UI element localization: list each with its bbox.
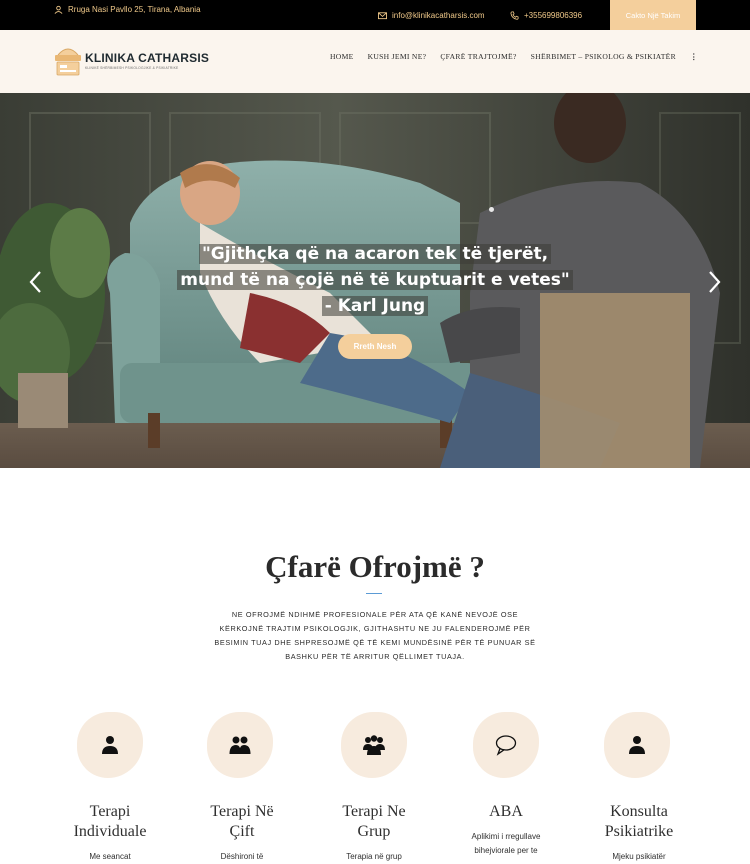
hero-slider: "Gjithçka që na acaron tek të tjerët, mu…: [0, 93, 750, 468]
speech-bubble-icon: [495, 735, 517, 756]
main-nav: HOME KUSH JEMI NE? ÇFARË TRAJTOJMË? SHËR…: [330, 52, 698, 61]
card-title: ABA: [489, 803, 523, 820]
about-us-button[interactable]: Rreth Nesh: [338, 334, 412, 359]
card-title: Terapi Ne Grup: [342, 803, 406, 840]
card-text: Dëshironi të: [220, 852, 264, 861]
icon-background: [341, 712, 407, 778]
card-title: Terapi Në Çift: [210, 803, 274, 840]
services-title: Çfarë Ofrojmë ?: [265, 549, 485, 584]
card-text: Mjeku psikiatër: [612, 852, 666, 861]
email-text: info@klinikacatharsis.com: [392, 11, 485, 20]
group-icon: [363, 735, 385, 755]
card-title: Terapi Individuale: [73, 803, 147, 840]
icon-background: [604, 712, 670, 778]
book-appointment-button[interactable]: Cakto Një Takim: [610, 0, 696, 30]
clinic-logo-icon: [55, 48, 81, 76]
quote-line-3: - Karl Jung: [321, 296, 429, 316]
location-pin-icon: [54, 5, 63, 14]
site-header: KLINIKA CATHARSIS KLINIKË SHËRBIMESH PSI…: [0, 30, 750, 93]
quote-line-1: "Gjithçka që na acaron tek të tjerët,: [198, 244, 552, 264]
logo-name: KLINIKA CATHARSIS: [85, 50, 210, 65]
chevron-left-icon[interactable]: [26, 269, 46, 295]
card-text: Aplikimi i rregullave bihejviorale per te: [471, 832, 541, 855]
address-text: Rruga Nasi Pavllo 25, Tirana, Albania: [68, 5, 201, 14]
phone-link[interactable]: +355699806396: [510, 11, 582, 20]
phone-icon: [510, 11, 519, 20]
top-bar: Rruga Nasi Pavllo 25, Tirana, Albania in…: [0, 0, 750, 30]
quote-line-2: mund të na çojë në të kuptuarit e vetes": [177, 270, 573, 290]
card-text: Terapia në grup: [346, 852, 402, 861]
phone-text: +355699806396: [524, 11, 583, 20]
nav-what-we-treat[interactable]: ÇFARË TRAJTOJMË?: [440, 52, 516, 61]
icon-background: [77, 712, 143, 778]
card-title: Konsulta Psikiatrike: [604, 803, 674, 840]
person-icon: [629, 736, 645, 754]
title-divider: [366, 593, 382, 594]
nav-services[interactable]: SHËRBIMET – PSIKOLOG & PSIKIATËR: [531, 52, 676, 61]
site-logo[interactable]: KLINIKA CATHARSIS KLINIKË SHËRBIMESH PSI…: [54, 43, 209, 77]
nav-about[interactable]: KUSH JEMI NE?: [368, 52, 427, 61]
slider-dot[interactable]: [489, 207, 494, 212]
hero-quote: "Gjithçka që na acaron tek të tjerët, mu…: [0, 241, 750, 319]
card-text: Me seancat: [89, 852, 131, 861]
chevron-right-icon[interactable]: [704, 269, 724, 295]
services-description: NE OFROJMË NDIHMË PROFESIONALE PËR ATA Q…: [214, 610, 536, 661]
envelope-icon: [378, 12, 387, 20]
nav-home[interactable]: HOME: [330, 52, 354, 61]
logo-tagline: KLINIKË SHËRBIMESH PSIKOLOGJIKE & PSIKIA…: [85, 65, 179, 70]
couple-icon: [229, 736, 251, 754]
nav-more-icon[interactable]: ⋮: [690, 52, 698, 61]
person-icon: [102, 736, 118, 754]
icon-background: [207, 712, 273, 778]
email-link[interactable]: info@klinikacatharsis.com: [378, 11, 485, 20]
icon-background: [473, 712, 539, 778]
address-info: Rruga Nasi Pavllo 25, Tirana, Albania: [54, 5, 201, 14]
